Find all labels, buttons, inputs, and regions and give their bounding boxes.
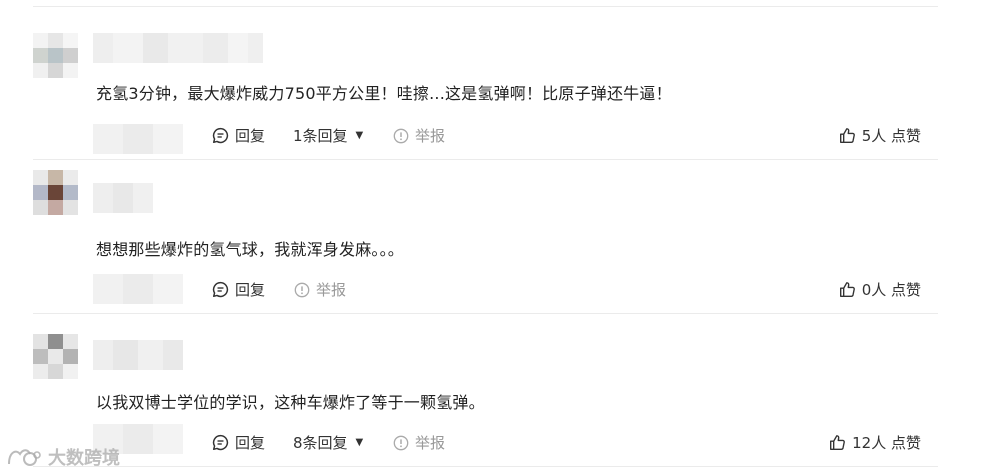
watermark: 大数跨境 — [6, 444, 120, 470]
report-label: 举报 — [415, 127, 446, 145]
replies-count-label: 8条回复 — [293, 434, 348, 452]
reply-button[interactable]: 回复 — [212, 125, 265, 146]
username[interactable] — [93, 340, 183, 370]
avatar[interactable] — [33, 170, 78, 215]
watermark-text: 大数跨境 — [48, 448, 120, 469]
avatar[interactable] — [33, 334, 78, 379]
warning-circle-icon — [393, 128, 409, 143]
comment-text: 充氢3分钟，最大爆炸威力750平方公里！哇擦...这是氢弹啊！比原子弹还牛逼！ — [96, 84, 672, 103]
thumbs-up-icon — [839, 282, 855, 297]
report-button[interactable]: 举报 — [393, 125, 445, 146]
caret-down-icon: ▼ — [355, 437, 364, 448]
comment-item: 充氢3分钟，最大爆炸威力750平方公里！哇擦...这是氢弹啊！比原子弹还牛逼！ … — [0, 0, 987, 160]
chat-bubble-icon — [212, 127, 229, 144]
username[interactable] — [93, 33, 263, 63]
like-button[interactable]: 0人 点赞 — [839, 279, 921, 300]
thumbs-up-icon — [830, 435, 846, 450]
report-label: 举报 — [415, 434, 446, 452]
divider — [33, 466, 938, 467]
caret-down-icon: ▼ — [355, 130, 364, 141]
report-button[interactable]: 举报 — [393, 432, 445, 453]
reply-label: 回复 — [235, 281, 266, 299]
view-replies-button[interactable]: 1条回复 ▼ — [293, 125, 363, 146]
like-count-label: 12人 点赞 — [852, 434, 921, 452]
like-button[interactable]: 12人 点赞 — [829, 432, 921, 453]
view-replies-button[interactable]: 8条回复 ▼ — [293, 432, 363, 453]
reply-label: 回复 — [235, 127, 266, 145]
warning-circle-icon — [393, 435, 409, 450]
chat-bubble-icon — [212, 434, 229, 451]
timestamp — [93, 124, 183, 154]
like-button[interactable]: 5人 点赞 — [839, 125, 921, 146]
chat-bubble-icon — [212, 281, 229, 298]
timestamp — [93, 274, 183, 304]
comment-item: 想想那些爆炸的氢气球，我就浑身发麻。。。 回复 举报 0人 点赞 — [0, 160, 987, 313]
thumbs-up-icon — [839, 128, 855, 143]
reply-button[interactable]: 回复 — [212, 279, 265, 300]
comment-item: 以我双博士学位的学识，这种车爆炸了等于一颗氢弹。 回复 8条回复 ▼ 举报 12… — [0, 314, 987, 476]
comment-text: 以我双博士学位的学识，这种车爆炸了等于一颗氢弹。 — [96, 393, 485, 412]
avatar[interactable] — [33, 33, 78, 78]
report-button[interactable]: 举报 — [294, 279, 346, 300]
reply-button[interactable]: 回复 — [212, 432, 265, 453]
warning-circle-icon — [294, 282, 310, 297]
comment-text: 想想那些爆炸的氢气球，我就浑身发麻。。。 — [96, 240, 405, 259]
replies-count-label: 1条回复 — [293, 127, 348, 145]
like-count-label: 5人 点赞 — [861, 127, 921, 145]
reply-label: 回复 — [235, 434, 266, 452]
like-count-label: 0人 点赞 — [861, 281, 921, 299]
watermark-logo — [8, 449, 41, 466]
username[interactable] — [93, 183, 153, 213]
report-label: 举报 — [316, 281, 347, 299]
